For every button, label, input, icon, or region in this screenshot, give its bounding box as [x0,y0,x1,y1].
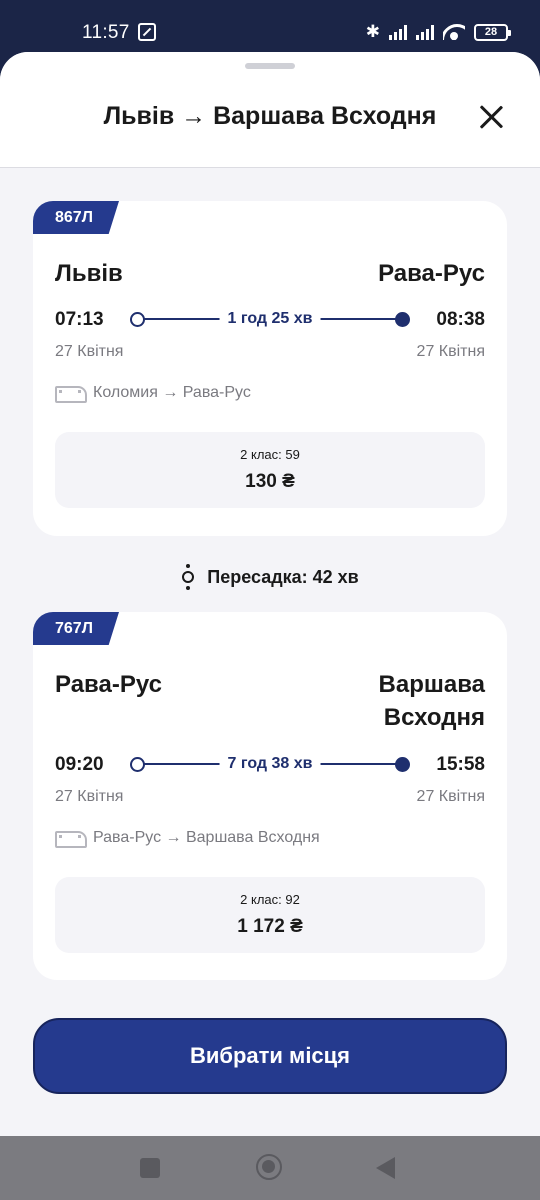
trip-duration: 1 год 25 хв [219,309,321,329]
departure-station: Львів [55,260,123,287]
departure-date: 27 Квітня [55,788,124,805]
start-dot-icon [130,757,145,772]
home-icon[interactable] [256,1154,282,1180]
train-route-row: Коломия → Рава-Рус [55,384,251,403]
battery-icon: 28 [474,23,511,41]
route-line: 7 год 38 хв [130,754,410,774]
select-seats-button[interactable]: Вибрати місця [33,1018,507,1094]
departure-time: 07:13 [55,309,104,330]
bluetooth-icon: ✱ [365,22,380,41]
price-option[interactable]: 2 клас: 59 130 ₴ [55,432,485,508]
seat-class: 2 клас: 59 [240,447,300,462]
route-line: 1 год 25 хв [130,309,410,329]
close-icon[interactable] [478,104,504,130]
status-bar: 11:57 ✱ 28 [0,0,540,56]
seat-class: 2 клас: 92 [240,892,300,907]
status-icons: ✱ 28 [365,22,511,42]
transfer-icon [181,564,195,590]
system-nav-bar [0,1136,540,1200]
signal-icon-2 [416,24,434,40]
train-icon [55,385,87,403]
train-route: Рава-Рус → Варшава Всходня [93,829,320,846]
train-number-badge: 867Л [33,201,119,234]
transfer-label: Пересадка: 42 хв [207,566,359,587]
price-option[interactable]: 2 клас: 92 1 172 ₴ [55,877,485,953]
segment-card-2: 767Л Рава-Рус Варшава Всходня 09:20 7 го… [33,612,507,980]
transfer-info: Пересадка: 42 хв [0,564,540,590]
arrival-date: 27 Квітня [416,343,485,360]
trip-duration: 7 год 38 хв [219,754,321,774]
departure-date: 27 Квітня [55,343,124,360]
arrival-station: Варшава Всходня [378,671,485,731]
train-number-badge: 767Л [33,612,119,645]
drag-handle[interactable] [245,63,295,69]
status-time: 11:57 [82,22,130,43]
start-dot-icon [130,312,145,327]
train-route: Коломия → Рава-Рус [93,384,251,401]
page-title: Львів → Варшава Всходня [103,102,437,130]
train-route-row: Рава-Рус → Варшава Всходня [55,829,320,848]
price: 1 172 ₴ [237,916,303,937]
signal-icon [389,24,407,40]
departure-station: Рава-Рус [55,671,162,698]
sheet-header: Львів → Варшава Всходня [0,52,540,168]
arrival-station: Рава-Рус [378,260,485,287]
bottom-sheet: Львів → Варшава Всходня 867Л Львів Рава-… [0,52,540,1136]
arrival-date: 27 Квітня [416,788,485,805]
arrival-time: 08:38 [436,309,485,330]
notification-icon [138,23,156,41]
recent-apps-icon[interactable] [140,1158,160,1178]
end-dot-icon [395,757,410,772]
arrival-time: 15:58 [436,754,485,775]
train-icon [55,830,87,848]
price: 130 ₴ [245,471,295,492]
departure-time: 09:20 [55,754,104,775]
end-dot-icon [395,312,410,327]
back-icon[interactable] [376,1157,395,1179]
segment-card-1: 867Л Львів Рава-Рус 07:13 1 год 25 хв 08… [33,201,507,536]
wifi-icon [443,24,465,40]
